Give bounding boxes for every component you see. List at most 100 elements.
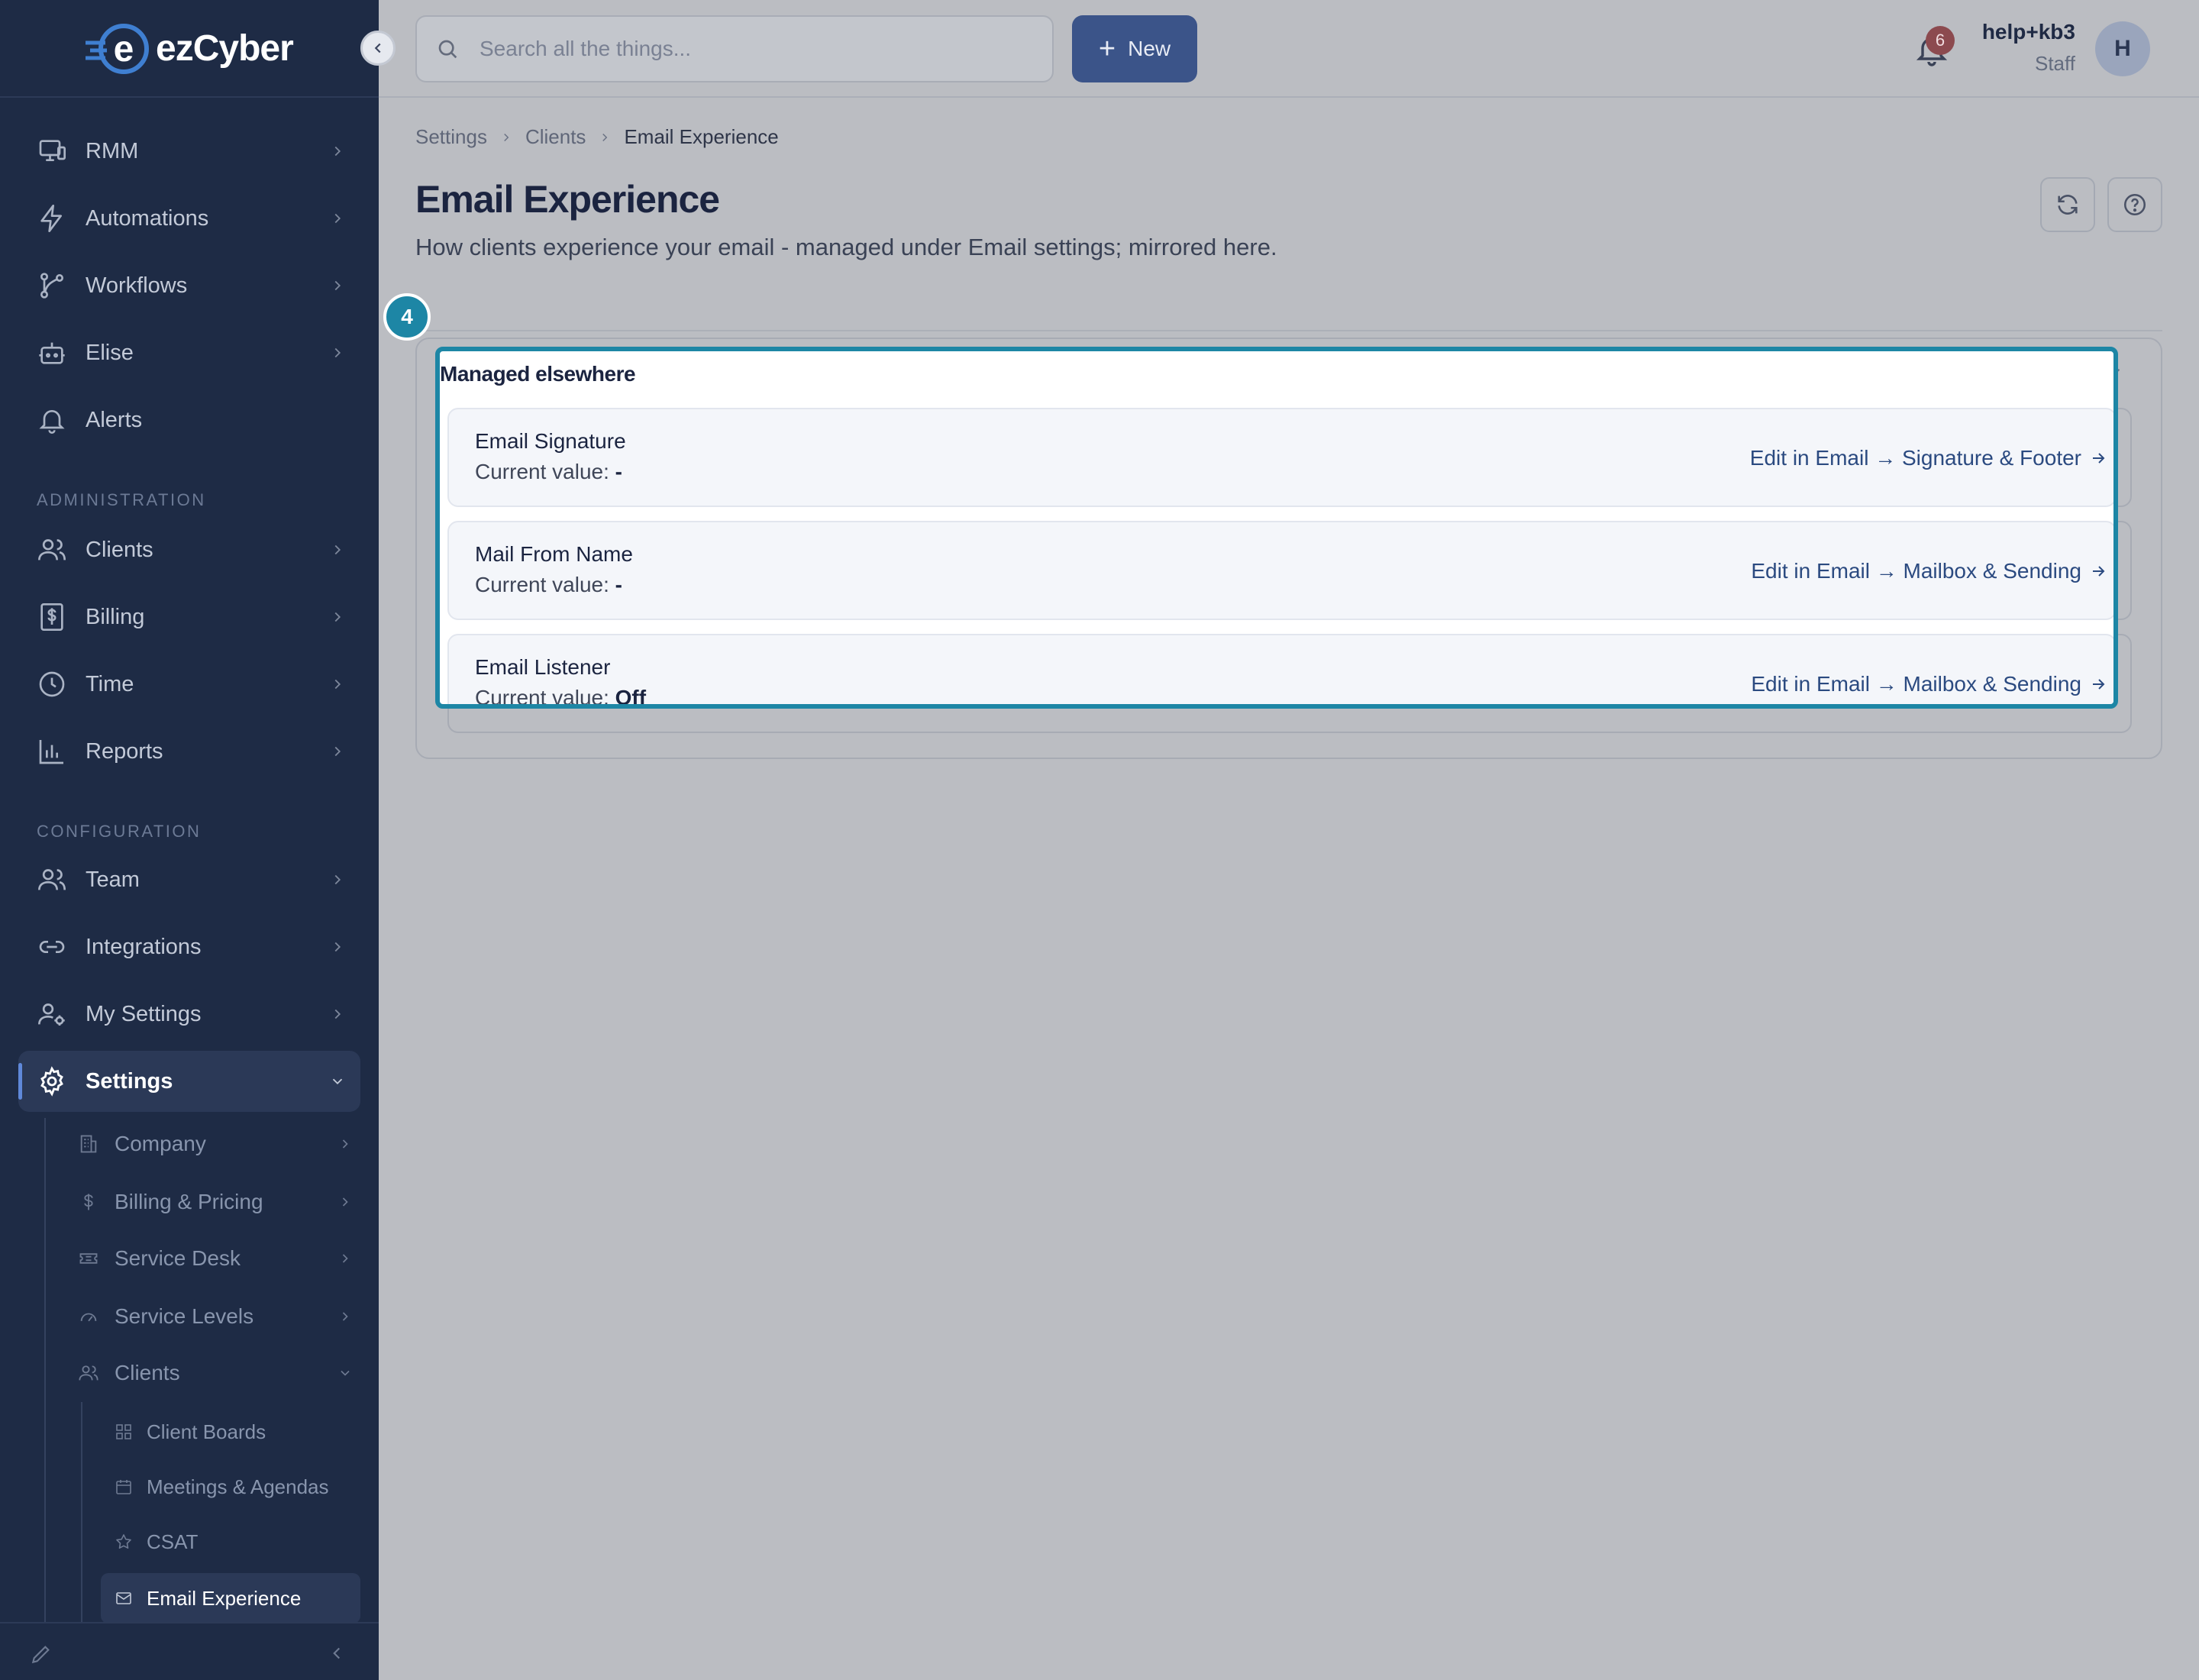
- star-icon: [111, 1533, 136, 1551]
- avatar[interactable]: H: [2095, 21, 2150, 76]
- new-button-label: New: [1128, 37, 1171, 60]
- sidebar-subitem-label: Email Experience: [147, 1586, 302, 1610]
- sidebar-item-my-settings[interactable]: My Settings: [18, 984, 360, 1045]
- chevron-left-icon[interactable]: [327, 1643, 347, 1667]
- monitor-icon: [18, 136, 86, 166]
- link-label: Edit in Email → Mailbox & Sending: [1751, 559, 2081, 583]
- chevron-right-icon: [499, 131, 513, 144]
- value-text: -: [615, 573, 622, 596]
- sidebar-item-reports[interactable]: Reports: [18, 721, 360, 782]
- user-role: Staff: [2034, 52, 2075, 75]
- setting-value: Current value: Off: [475, 686, 646, 709]
- breadcrumb: Settings Clients Email Experience: [415, 125, 779, 149]
- help-icon: [2123, 193, 2146, 216]
- sidebar-subitem-email-experience[interactable]: Email Experience: [101, 1573, 360, 1623]
- sidebar-item-settings[interactable]: Settings: [18, 1051, 360, 1112]
- value-prefix: Current value:: [475, 573, 609, 596]
- sidebar-collapse-button[interactable]: [360, 31, 396, 66]
- managed-elsewhere-title: Managed elsewhere: [440, 362, 636, 386]
- sidebar-item-label: Integrations: [86, 934, 202, 959]
- plus-icon: +: [1098, 33, 1116, 65]
- sidebar-item-billing[interactable]: Billing: [18, 586, 360, 648]
- managed-row-mail-from-name: Mail From Name Current value: - Edit in …: [447, 521, 2113, 620]
- chevron-right-icon: [330, 1136, 360, 1152]
- sidebar-footer: [0, 1622, 379, 1680]
- logo-text-ez: ez: [156, 27, 194, 69]
- breadcrumb-clients[interactable]: Clients: [525, 125, 586, 149]
- sidebar-item-workflows[interactable]: Workflows: [18, 255, 360, 316]
- tree-line: [44, 1118, 46, 1622]
- value-prefix: Current value:: [475, 686, 609, 709]
- chevron-right-icon: [315, 541, 360, 558]
- user-name[interactable]: help+kb3: [1982, 20, 2075, 44]
- new-button[interactable]: + New: [1072, 15, 1197, 82]
- sidebar-item-integrations[interactable]: Integrations: [18, 916, 360, 977]
- link-label: Edit in Email → Mailbox & Sending: [1751, 672, 2081, 696]
- workflow-icon: [18, 270, 86, 301]
- sidebar-item-time[interactable]: Time: [18, 654, 360, 715]
- chevron-right-icon: [330, 1251, 360, 1266]
- search-icon: [435, 35, 463, 63]
- sidebar-subitem-company[interactable]: Company: [69, 1119, 360, 1168]
- sidebar: e ezCyber RMM Automations Workflows Elis…: [0, 0, 379, 1680]
- sidebar-subitem-label: Client Boards: [147, 1420, 266, 1443]
- setting-name: Email Listener: [475, 655, 611, 679]
- value-prefix: Current value:: [475, 460, 609, 483]
- chevron-right-icon: [315, 210, 360, 227]
- grid-icon: [111, 1423, 136, 1441]
- sidebar-item-alerts[interactable]: Alerts: [18, 389, 360, 451]
- help-button[interactable]: [2107, 177, 2162, 232]
- ezcyber-logo[interactable]: e ezCyber: [82, 20, 294, 76]
- refresh-icon: [2058, 195, 2078, 215]
- breadcrumb-current: Email Experience: [624, 125, 779, 148]
- sidebar-item-label: Team: [86, 867, 140, 892]
- sidebar-item-clients[interactable]: Clients: [18, 519, 360, 580]
- chevron-left-icon: [374, 43, 381, 53]
- sidebar-subitem-meetings-agendas[interactable]: Meetings & Agendas: [101, 1462, 360, 1512]
- edit-mailbox-link[interactable]: Edit in Email → Mailbox & Sending: [1751, 672, 2107, 696]
- logo-text-cyber: Cyber: [192, 27, 294, 69]
- sidebar-subitem-client-boards[interactable]: Client Boards: [101, 1407, 360, 1457]
- pencil-icon[interactable]: [29, 1642, 53, 1670]
- users-icon: [18, 864, 86, 895]
- edit-mailbox-link[interactable]: Edit in Email → Mailbox & Sending: [1751, 559, 2107, 583]
- sidebar-item-team[interactable]: Team: [18, 849, 360, 910]
- breadcrumb-settings[interactable]: Settings: [415, 125, 487, 149]
- sidebar-subitem-billing-pricing[interactable]: Billing & Pricing: [69, 1178, 360, 1226]
- link-label: Edit in Email → Signature & Footer: [1749, 446, 2081, 470]
- search-input[interactable]: Search all the things...: [415, 15, 1054, 82]
- mail-icon: [111, 1589, 136, 1607]
- chevron-right-icon: [330, 1194, 360, 1210]
- sidebar-item-automations[interactable]: Automations: [18, 188, 360, 249]
- sidebar-item-label: Settings: [86, 1068, 173, 1094]
- sidebar-subitem-service-levels[interactable]: Service Levels: [69, 1292, 360, 1341]
- sidebar-subitem-label: Billing & Pricing: [115, 1190, 263, 1213]
- sidebar-item-label: Clients: [86, 537, 153, 562]
- sidebar-subitem-clients[interactable]: Clients: [69, 1349, 360, 1397]
- section-label-administration: ADMINISTRATION: [37, 490, 206, 509]
- users-icon: [73, 1362, 104, 1384]
- sidebar-item-elise[interactable]: Elise: [18, 322, 360, 383]
- notifications-count-badge: 6: [1926, 26, 1955, 55]
- setting-name: Mail From Name: [475, 542, 633, 566]
- calendar-icon: [111, 1478, 136, 1496]
- building-icon: [73, 1133, 104, 1155]
- sidebar-subitem-label: Service Desk: [115, 1246, 241, 1270]
- chevron-down-icon: [315, 1073, 360, 1090]
- sidebar-item-label: RMM: [86, 138, 139, 163]
- sidebar-subitem-service-desk[interactable]: Service Desk: [69, 1234, 360, 1283]
- search-placeholder: Search all the things...: [480, 37, 692, 60]
- user-gear-icon: [18, 999, 86, 1029]
- chevron-right-icon: [315, 939, 360, 955]
- edit-signature-link[interactable]: Edit in Email → Signature & Footer: [1750, 446, 2107, 470]
- chevron-right-icon: [330, 1309, 360, 1324]
- refresh-button[interactable]: [2040, 177, 2095, 232]
- value-text: -: [615, 460, 622, 483]
- link-icon: [18, 932, 86, 962]
- sidebar-subitem-csat[interactable]: CSAT: [101, 1517, 360, 1567]
- setting-value: Current value: -: [475, 573, 622, 597]
- sidebar-item-label: My Settings: [86, 1001, 202, 1026]
- sidebar-item-rmm[interactable]: RMM: [18, 121, 360, 182]
- sidebar-subitem-label: Company: [115, 1132, 206, 1155]
- sidebar-item-label: Time: [86, 671, 134, 696]
